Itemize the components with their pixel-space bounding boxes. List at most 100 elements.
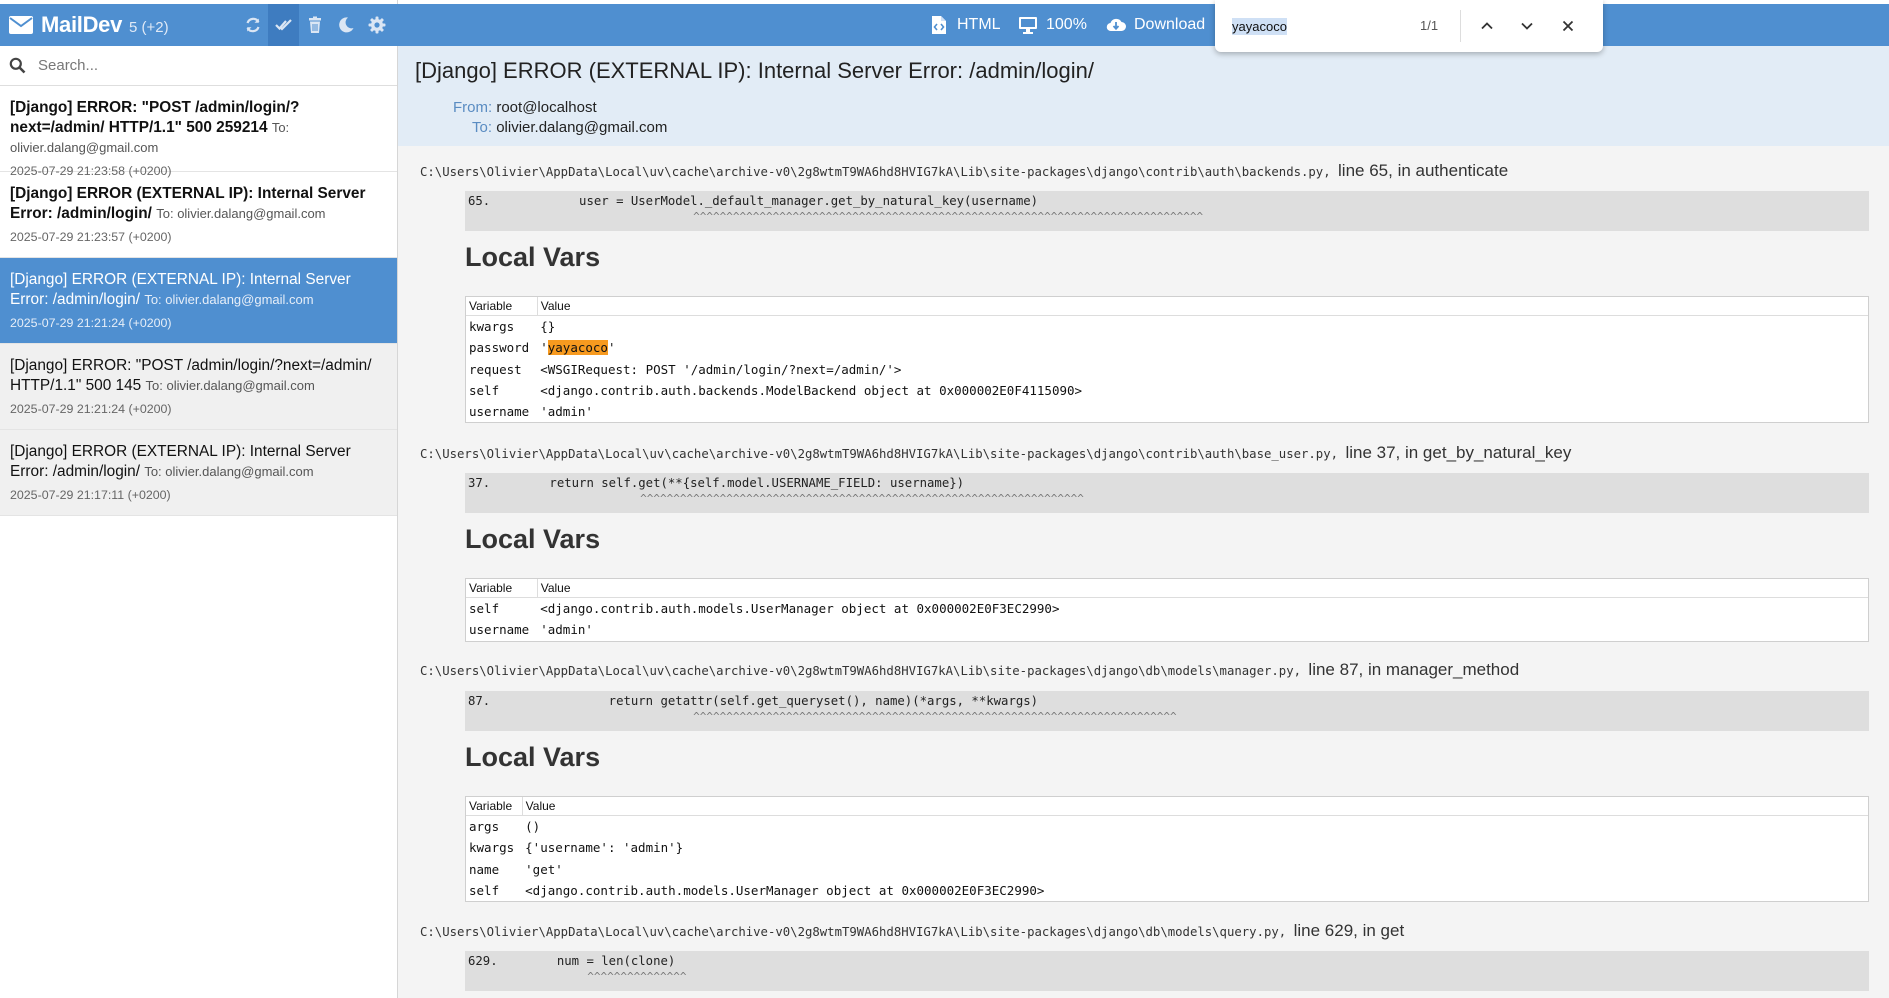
email-recipient: To: olivier.dalang@gmail.com [156,206,326,221]
traceback-line-info: line 629, in get [1293,921,1405,940]
variable-header: Variable [466,297,538,316]
table-row: kwargs {'username': 'admin'} [469,840,684,856]
local-vars-heading: Local Vars [465,242,601,272]
table-row: request <WSGIRequest: POST '/admin/login/… [469,361,902,377]
sidebar-toolbar: MailDev 5 (+2) [0,4,398,46]
table-row: name'get' [469,861,563,877]
find-previous-button[interactable] [1475,14,1499,38]
find-bar: yayacoco 1/1 [1215,0,1603,52]
value-header: Value [537,579,1868,598]
traceback-frame-path: C:\Users\Olivier\AppData\Local\uv\cache\… [420,660,1520,679]
email-list-item[interactable]: [Django] ERROR (EXTERNAL IP): Internal S… [0,430,397,516]
traceback-frame-path: C:\Users\Olivier\AppData\Local\uv\cache\… [420,443,1572,462]
traceback-line-info: line 37, in get_by_natural_key [1345,443,1572,462]
local-vars-table: Variable Value kwargs{} password'yayacoco… [465,296,1869,424]
html-view-label: HTML [957,16,1001,33]
to-label: To: [472,119,493,136]
traceback-code: 37. return self.get(**{self.model.USERNA… [465,473,1869,513]
refresh-icon [245,17,260,33]
variable-header: Variable [466,579,538,598]
email-body: C:\Users\Olivier\AppData\Local\uv\cache\… [398,146,1889,998]
value-header: Value [537,297,1868,316]
find-input[interactable]: yayacoco [1232,17,1287,35]
from-address: root@localhost [496,99,597,116]
brand[interactable]: MailDev 5 (+2) [0,12,169,38]
email-list-item[interactable]: [Django] ERROR (EXTERNAL IP): Internal S… [0,172,397,258]
dark-mode-button[interactable] [330,4,361,46]
traceback-code: 87. return getattr(self.get_queryset(), … [465,691,1869,731]
email-list: [Django] ERROR: "POST /admin/login/?next… [0,86,397,516]
table-row: self <django.contrib.auth.models.UserMana… [469,601,1060,617]
monitor-icon [1019,17,1037,34]
email-list-item[interactable]: [Django] ERROR: "POST /admin/login/?next… [0,86,397,178]
local-vars-table: Variable Value args() kwargs {'username': … [465,796,1869,903]
to-address: olivier.dalang@gmail.com [496,119,668,136]
local-vars-heading: Local Vars [465,742,601,772]
email-date: 2025-07-29 21:23:57 (+0200) [10,230,172,244]
email-count: 5 (+2) [129,19,169,36]
email-date: 2025-07-29 21:17:11 (+0200) [10,488,171,502]
html-file-icon [932,16,946,34]
variable-header: Variable [466,797,523,816]
traceback-code: 65. user = UserModel._default_manager.ge… [465,191,1869,231]
download-button[interactable]: Download [1106,4,1205,46]
from-label: From: [453,99,493,116]
email-to-row: To: olivier.dalang@gmail.com [472,119,667,136]
search-highlight: yayacoco [547,340,608,356]
envelope-icon [9,16,33,34]
table-row: self <django.contrib.auth.backends.ModelB… [469,383,1083,399]
table-row: username'admin' [469,622,593,638]
email-recipient: To: olivier.dalang@gmail.com [144,464,314,479]
mark-all-read-button[interactable] [268,4,299,46]
email-header: [Django] ERROR (EXTERNAL IP): Internal S… [398,46,1889,146]
cloud-download-icon [1106,18,1126,32]
table-row: kwargs{} [469,319,556,335]
table-row: args() [469,819,541,835]
search-bar [0,46,397,86]
zoom-button[interactable]: 100% [1018,4,1087,46]
traceback-frame-path: C:\Users\Olivier\AppData\Local\uv\cache\… [420,921,1405,940]
email-recipient: To: olivier.dalang@gmail.com [145,378,315,393]
email-list-item[interactable]: [Django] ERROR: "POST /admin/login/?next… [0,344,397,430]
close-icon [1562,20,1574,32]
gear-icon [368,16,385,34]
zoom-label: 100% [1046,16,1087,33]
refresh-button[interactable] [237,4,268,46]
chevron-down-icon [1521,22,1533,30]
delete-all-button[interactable] [299,4,330,46]
table-row: self <django.contrib.auth.models.UserMana… [469,883,1045,899]
email-subject-title: [Django] ERROR (EXTERNAL IP): Internal S… [415,58,1094,83]
email-list-item-selected[interactable]: [Django] ERROR (EXTERNAL IP): Internal S… [0,258,397,344]
double-check-icon [274,19,292,31]
find-next-button[interactable] [1515,14,1539,38]
find-divider [1460,10,1461,42]
find-match-count: 1/1 [1420,18,1439,33]
table-row: username'admin' [469,404,593,420]
html-view-button[interactable]: HTML [929,4,1001,46]
brand-title: MailDev [41,12,123,37]
local-vars-table: Variable Value self <django.contrib.auth.m… [465,578,1869,642]
trash-icon [308,16,321,33]
email-subject: [Django] ERROR: "POST /admin/login/?next… [10,99,300,136]
search-input[interactable] [36,56,380,75]
email-view: HTML 100% Download yayacoco 1/1 [Django]… [398,0,1889,998]
find-close-button[interactable] [1556,14,1580,38]
traceback-code: 629. num = len(clone) ^^^^^^^^^^^^^^^ [465,951,1869,991]
email-from-row: From: root@localhost [453,99,597,116]
value-header: Value [522,797,1868,816]
download-label: Download [1134,16,1206,33]
local-vars-heading: Local Vars [465,524,601,554]
traceback-frame-path: C:\Users\Olivier\AppData\Local\uv\cache\… [420,161,1509,180]
traceback-line-info: line 65, in authenticate [1338,161,1509,180]
traceback-line-info: line 87, in manager_method [1308,660,1520,679]
email-recipient: To: olivier.dalang@gmail.com [144,292,314,307]
email-date: 2025-07-29 21:21:24 (+0200) [10,402,172,416]
search-icon [9,57,26,74]
chevron-up-icon [1481,22,1493,30]
email-date: 2025-07-29 21:21:24 (+0200) [10,316,172,330]
moon-icon [338,17,353,33]
sidebar: MailDev 5 (+2) Search... [Django] ERROR:… [0,0,398,998]
email-toolbar: HTML 100% Download [398,4,1889,46]
settings-button[interactable] [361,4,392,46]
table-row: password'yayacoco' [469,340,616,356]
